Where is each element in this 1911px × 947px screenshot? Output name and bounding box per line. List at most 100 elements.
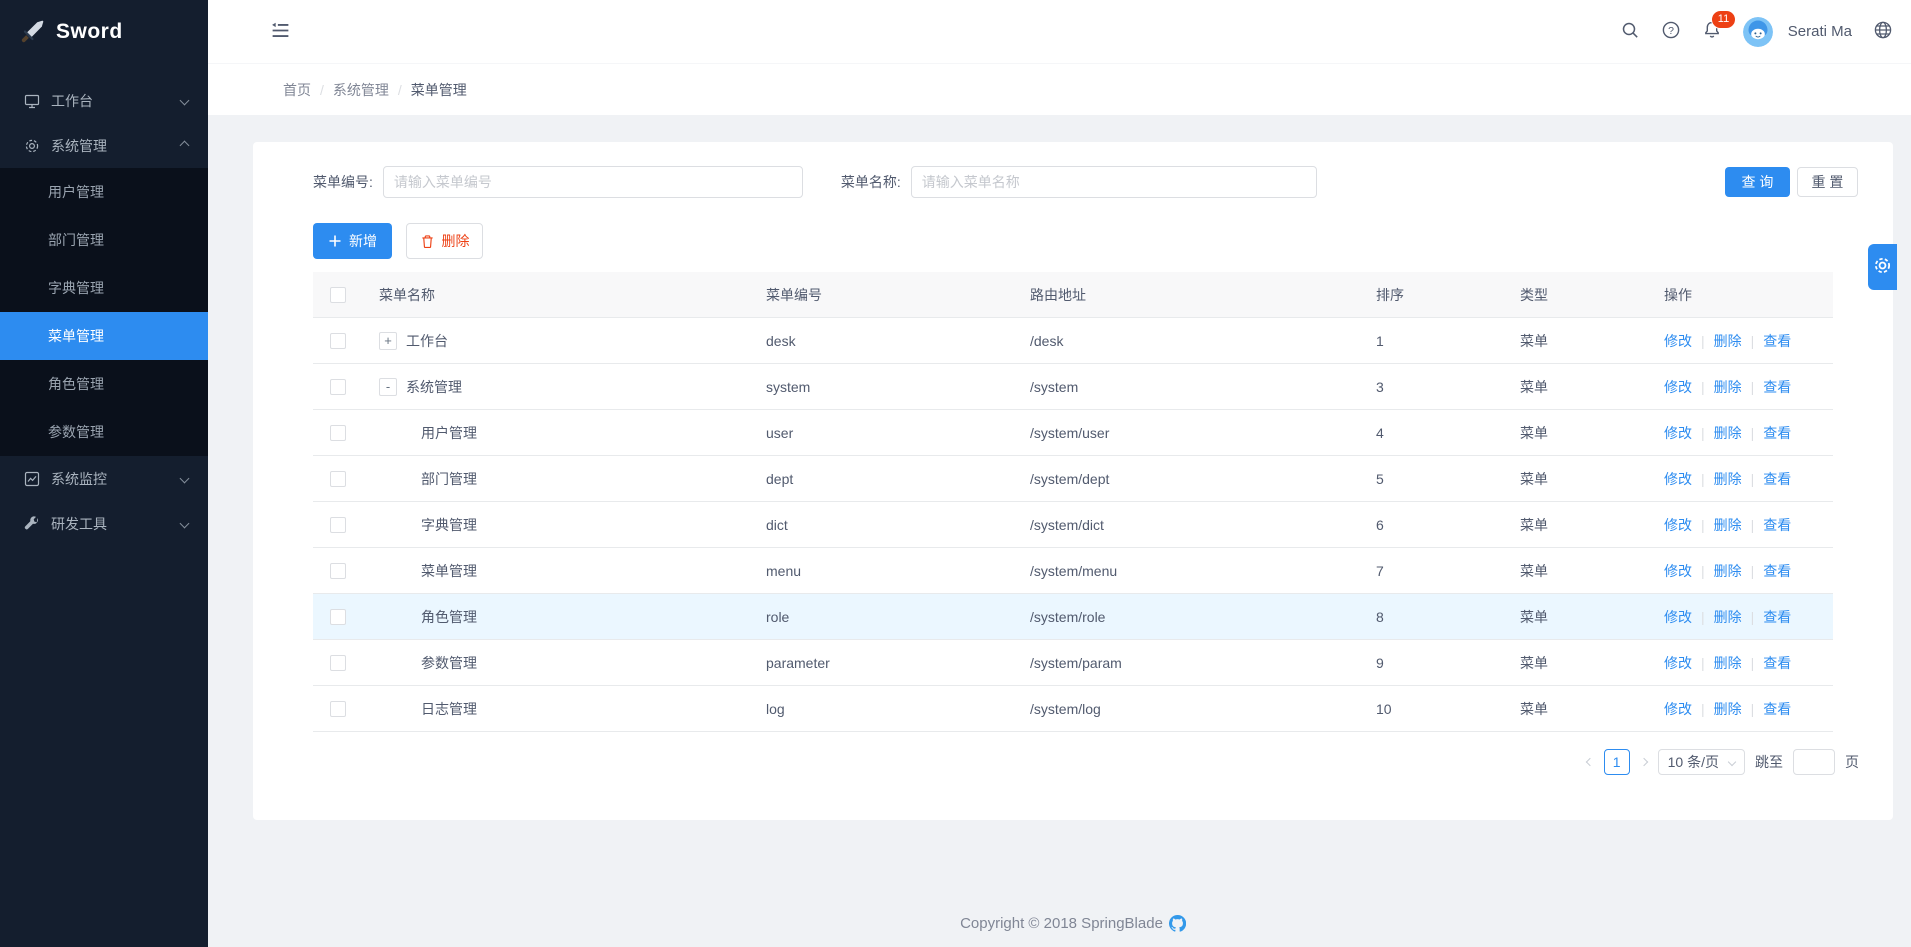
action-delete[interactable]: 删除 bbox=[1714, 469, 1742, 489]
add-button[interactable]: 新增 bbox=[313, 223, 392, 259]
action-view[interactable]: 查看 bbox=[1763, 377, 1791, 397]
table-body: +工作台desk/desk1菜单修改|删除|查看-系统管理system/syst… bbox=[313, 318, 1833, 732]
action-separator: | bbox=[1751, 655, 1755, 671]
action-delete[interactable]: 删除 bbox=[1714, 377, 1742, 397]
next-page-button[interactable] bbox=[1638, 759, 1650, 765]
action-modify[interactable]: 修改 bbox=[1664, 561, 1692, 581]
menu-name-text: 字典管理 bbox=[421, 515, 477, 535]
plus-icon bbox=[328, 234, 342, 248]
breadcrumb-home[interactable]: 首页 bbox=[283, 80, 311, 100]
action-delete[interactable]: 删除 bbox=[1714, 515, 1742, 535]
topbar: ? 11 bbox=[208, 0, 1911, 64]
action-modify[interactable]: 修改 bbox=[1664, 607, 1692, 627]
cell-sort: 6 bbox=[1360, 517, 1504, 533]
sidebar-subitem-user[interactable]: 用户管理 bbox=[0, 168, 208, 216]
sidebar-subitem-param[interactable]: 参数管理 bbox=[0, 408, 208, 456]
select-all-checkbox[interactable] bbox=[330, 287, 346, 303]
row-checkbox[interactable] bbox=[330, 517, 346, 533]
row-select-cell bbox=[313, 333, 363, 349]
sidebar-item-dev-tools[interactable]: 研发工具 bbox=[0, 501, 208, 546]
search-button[interactable] bbox=[1620, 20, 1640, 43]
page-size-select[interactable]: 10 条/页 bbox=[1658, 749, 1745, 775]
collapse-sidebar-button[interactable] bbox=[270, 20, 291, 44]
cell-route: /system/param bbox=[1014, 655, 1360, 671]
sidebar-item-system-management[interactable]: 系统管理 bbox=[0, 123, 208, 168]
language-button[interactable] bbox=[1873, 20, 1893, 43]
action-modify[interactable]: 修改 bbox=[1664, 331, 1692, 351]
user-name[interactable]: Serati Ma bbox=[1788, 23, 1852, 40]
menu-code-input[interactable] bbox=[383, 166, 803, 198]
page-number-1[interactable]: 1 bbox=[1604, 749, 1630, 775]
action-modify[interactable]: 修改 bbox=[1664, 653, 1692, 673]
menu-name-text: 部门管理 bbox=[421, 469, 477, 489]
action-separator: | bbox=[1751, 379, 1755, 395]
delete-button[interactable]: 删除 bbox=[406, 223, 483, 259]
sidebar-item-workbench[interactable]: 工作台 bbox=[0, 78, 208, 123]
action-view[interactable]: 查看 bbox=[1763, 561, 1791, 581]
help-button[interactable]: ? bbox=[1661, 20, 1681, 43]
cell-menu-name: +工作台 bbox=[363, 331, 750, 351]
row-checkbox[interactable] bbox=[330, 425, 346, 441]
row-checkbox[interactable] bbox=[330, 609, 346, 625]
chevron-down-icon bbox=[180, 519, 190, 529]
cell-sort: 7 bbox=[1360, 563, 1504, 579]
settings-trigger[interactable] bbox=[1868, 244, 1897, 290]
row-checkbox[interactable] bbox=[330, 655, 346, 671]
cell-menu-code: desk bbox=[750, 333, 1014, 349]
menu-name-input[interactable] bbox=[911, 166, 1317, 198]
sidebar-subitem-dict[interactable]: 字典管理 bbox=[0, 264, 208, 312]
delete-button-label: 删除 bbox=[442, 231, 470, 251]
cell-menu-name: -系统管理 bbox=[363, 377, 750, 397]
action-delete[interactable]: 删除 bbox=[1714, 423, 1742, 443]
cell-menu-code: system bbox=[750, 379, 1014, 395]
row-checkbox[interactable] bbox=[330, 563, 346, 579]
action-delete[interactable]: 删除 bbox=[1714, 699, 1742, 719]
action-delete[interactable]: 删除 bbox=[1714, 561, 1742, 581]
row-checkbox[interactable] bbox=[330, 701, 346, 717]
sidebar-subitem-menu[interactable]: 菜单管理 bbox=[0, 312, 208, 360]
chevron-down-icon bbox=[180, 96, 190, 106]
notification-bell[interactable]: 11 bbox=[1702, 20, 1722, 43]
action-view[interactable]: 查看 bbox=[1763, 653, 1791, 673]
breadcrumb-system[interactable]: 系统管理 bbox=[333, 80, 389, 100]
action-view[interactable]: 查看 bbox=[1763, 515, 1791, 535]
action-delete[interactable]: 删除 bbox=[1714, 607, 1742, 627]
row-checkbox[interactable] bbox=[330, 333, 346, 349]
action-view[interactable]: 查看 bbox=[1763, 699, 1791, 719]
cell-menu-code: parameter bbox=[750, 655, 1014, 671]
prev-page-button[interactable] bbox=[1584, 759, 1596, 765]
cell-sort: 9 bbox=[1360, 655, 1504, 671]
row-checkbox[interactable] bbox=[330, 379, 346, 395]
action-modify[interactable]: 修改 bbox=[1664, 377, 1692, 397]
trash-icon bbox=[420, 234, 435, 249]
sidebar-subitem-dept[interactable]: 部门管理 bbox=[0, 216, 208, 264]
action-view[interactable]: 查看 bbox=[1763, 331, 1791, 351]
breadcrumb-separator: / bbox=[398, 82, 402, 98]
expand-toggle-expanded[interactable]: - bbox=[379, 378, 397, 396]
action-modify[interactable]: 修改 bbox=[1664, 469, 1692, 489]
menu-name-text: 参数管理 bbox=[421, 653, 477, 673]
action-modify[interactable]: 修改 bbox=[1664, 515, 1692, 535]
action-delete[interactable]: 删除 bbox=[1714, 331, 1742, 351]
sidebar-subitem-role[interactable]: 角色管理 bbox=[0, 360, 208, 408]
row-checkbox[interactable] bbox=[330, 471, 346, 487]
cell-menu-code: menu bbox=[750, 563, 1014, 579]
github-icon[interactable] bbox=[1169, 915, 1186, 932]
sidebar-item-system-monitor[interactable]: 系统监控 bbox=[0, 456, 208, 501]
cell-route: /system/log bbox=[1014, 701, 1360, 717]
action-view[interactable]: 查看 bbox=[1763, 469, 1791, 489]
page-jump-input[interactable] bbox=[1793, 749, 1835, 775]
action-separator: | bbox=[1751, 563, 1755, 579]
row-select-cell bbox=[313, 425, 363, 441]
action-delete[interactable]: 删除 bbox=[1714, 653, 1742, 673]
expand-toggle-collapsed[interactable]: + bbox=[379, 332, 397, 350]
action-modify[interactable]: 修改 bbox=[1664, 699, 1692, 719]
avatar[interactable] bbox=[1743, 17, 1773, 47]
query-button[interactable]: 查 询 bbox=[1725, 167, 1790, 197]
svg-text:?: ? bbox=[1668, 25, 1674, 37]
action-view[interactable]: 查看 bbox=[1763, 423, 1791, 443]
action-view[interactable]: 查看 bbox=[1763, 607, 1791, 627]
wrench-icon bbox=[24, 516, 40, 532]
reset-button[interactable]: 重 置 bbox=[1797, 167, 1858, 197]
action-modify[interactable]: 修改 bbox=[1664, 423, 1692, 443]
